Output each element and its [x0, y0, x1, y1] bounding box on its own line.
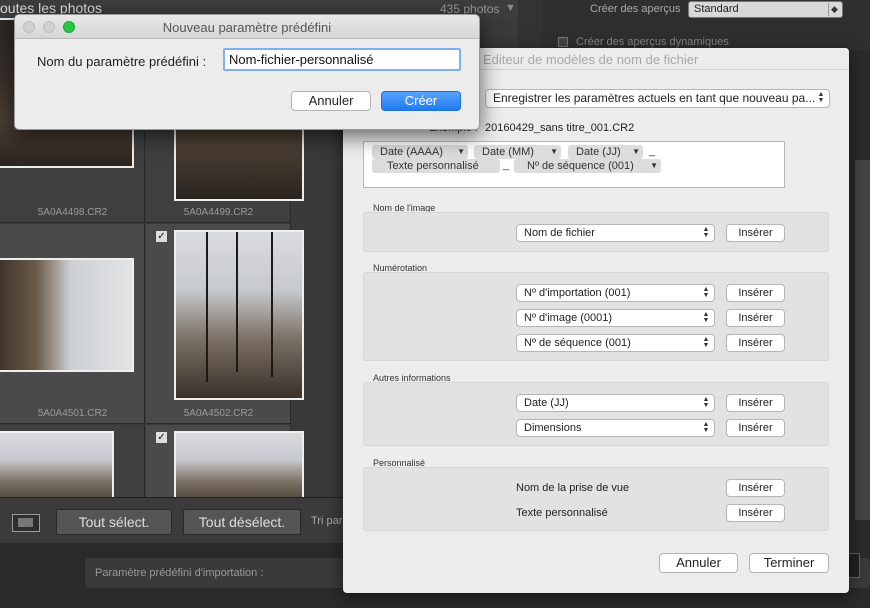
preset-name-label: Nom du paramètre prédéfini : [37, 54, 207, 69]
image-number-popup[interactable]: Nº d'image (0001) ▲ ▼ [516, 309, 715, 327]
insert-button[interactable]: Insérer [726, 284, 785, 302]
preset-name-input[interactable]: Nom-fichier-personnalisé [223, 48, 461, 71]
section-other-info: Date (JJ) ▲ ▼ Insérer Dimensions ▲ ▼ Insér… [363, 382, 829, 446]
insert-button[interactable]: Insérer [726, 334, 785, 352]
popup-value: Dimensions [524, 422, 582, 434]
chevron-down-icon: ▼ [457, 147, 465, 156]
insert-button[interactable]: Insérer [726, 419, 785, 437]
section-numbering: Nº d'importation (001) ▲ ▼ Insérer Nº d'i… [363, 272, 829, 361]
import-number-popup[interactable]: Nº d'importation (001) ▲ ▼ [516, 284, 715, 302]
token-date-yyyy[interactable]: Date (AAAA) ▼ [372, 145, 468, 159]
insert-button[interactable]: Insérer [726, 504, 785, 522]
grid-view-icon[interactable] [12, 514, 40, 532]
updown-arrows-icon: ▲ ▼ [817, 91, 825, 104]
grid-cell[interactable]: ✓ [146, 425, 304, 497]
popup-value: Nº d'importation (001) [524, 287, 631, 299]
filename-popup[interactable]: Nom de fichier ▲ ▼ [516, 224, 715, 242]
file-name: 5A0A4501.CR2 [37, 408, 108, 419]
photo-thumbnail[interactable] [174, 230, 304, 400]
grid-cell[interactable]: ✓ 5A0A4502.CR2 [146, 224, 304, 424]
editor-done-button[interactable]: Terminer [749, 553, 829, 573]
token-date-dd[interactable]: Date (JJ) ▼ [568, 145, 643, 159]
pick-checkbox[interactable]: ✓ [156, 432, 167, 443]
custom-text-label: Texte personnalisé [516, 507, 608, 519]
chevron-down-icon: ▼ [650, 161, 658, 170]
updown-arrows-icon: ▲ ▼ [702, 286, 710, 299]
tree-trunk [271, 232, 273, 377]
token-custom-text[interactable]: Texte personnalisé [372, 159, 500, 173]
token-label: Texte personnalisé [387, 160, 479, 172]
select-all-button[interactable]: Tout sélect. [56, 509, 172, 535]
import-preset-label: Paramètre prédéfini d'importation : [95, 567, 264, 579]
photo-thumbnail[interactable] [0, 431, 114, 497]
token-sequence[interactable]: Nº de séquence (001) ▼ [514, 159, 661, 173]
updown-arrows-icon: ◆ [828, 3, 840, 16]
chevron-down-icon: ▼ [550, 147, 558, 156]
photo-thumbnail[interactable] [174, 431, 304, 497]
tree-trunk [206, 232, 208, 382]
dimensions-popup[interactable]: Dimensions ▲ ▼ [516, 419, 715, 437]
section-image-name: Nom de fichier ▲ ▼ Insérer [363, 212, 829, 252]
insert-button[interactable]: Insérer [726, 394, 785, 412]
popup-value: Nom de fichier [524, 227, 595, 239]
updown-arrows-icon: ▲ ▼ [702, 311, 710, 324]
file-name: 5A0A4502.CR2 [183, 408, 254, 419]
deselect-all-button[interactable]: Tout désélect. [183, 509, 301, 535]
insert-button[interactable]: Insérer [726, 479, 785, 497]
dialog-cancel-button[interactable]: Annuler [291, 91, 371, 111]
insert-button[interactable]: Insérer [726, 309, 785, 327]
tree-trunk [236, 232, 238, 372]
token-label: Date (MM) [482, 146, 534, 158]
updown-arrows-icon: ▲ ▼ [702, 226, 710, 239]
smart-previews-label: Créer des aperçus dynamiques [576, 36, 729, 48]
popup-value: Nº de séquence (001) [524, 337, 631, 349]
updown-arrows-icon: ▲ ▼ [702, 396, 710, 409]
editor-title: Editeur de modèles de nom de fichier [483, 52, 699, 67]
file-name: 5A0A4499.CR2 [183, 207, 254, 218]
grid-cell[interactable]: 5A0A4501.CR2 [0, 224, 145, 424]
previews-value: Standard [694, 3, 739, 15]
right-panel: Créer des aperçus Standard ◆ Créer des a… [543, 0, 870, 50]
separator-text: _ [503, 159, 510, 171]
shoot-name-label: Nom de la prise de vue [516, 482, 630, 494]
dialog-titlebar: Nouveau paramètre prédéfini [15, 15, 479, 39]
token-label: Date (AAAA) [380, 146, 443, 158]
smart-previews-checkbox[interactable] [558, 37, 568, 47]
dialog-title: Nouveau paramètre prédéfini [162, 20, 332, 35]
photo-thumbnail[interactable] [0, 258, 134, 372]
insert-button[interactable]: Insérer [726, 224, 785, 242]
example-value: 20160429_sans titre_001.CR2 [485, 122, 635, 134]
section-custom: Nom de la prise de vue Insérer Texte per… [363, 467, 829, 531]
popup-value: Nº d'image (0001) [524, 312, 613, 324]
token-label: Date (JJ) [576, 146, 621, 158]
chevron-down-icon: ▼ [632, 147, 640, 156]
template-token-field[interactable]: Date (AAAA) ▼ Date (MM) ▼ Date (JJ) ▼ _ Tex… [363, 141, 785, 188]
panel-scroll-strip [855, 160, 870, 520]
file-name: 5A0A4498.CR2 [37, 207, 108, 218]
separator-text: _ [649, 145, 656, 157]
popup-value: Date (JJ) [524, 397, 569, 409]
editor-cancel-button[interactable]: Annuler [659, 553, 738, 573]
preset-select[interactable]: Enregistrer les paramètres actuels en ta… [485, 89, 830, 108]
previews-select[interactable]: Standard ◆ [688, 1, 843, 18]
date-popup[interactable]: Date (JJ) ▲ ▼ [516, 394, 715, 412]
token-label: Nº de séquence (001) [527, 160, 634, 172]
token-date-mm[interactable]: Date (MM) ▼ [474, 145, 561, 159]
previews-label: Créer des aperçus [590, 3, 681, 15]
sort-triangle-icon[interactable]: ▼ [505, 2, 516, 14]
create-button[interactable]: Créer [381, 91, 461, 111]
updown-arrows-icon: ▲ ▼ [702, 336, 710, 349]
grid-cell[interactable] [0, 425, 145, 497]
sort-label: Tri par [311, 515, 343, 527]
new-preset-dialog: Nouveau paramètre prédéfini Nom du param… [14, 14, 480, 130]
preset-value: Enregistrer les paramètres actuels en ta… [493, 91, 816, 105]
sequence-number-popup[interactable]: Nº de séquence (001) ▲ ▼ [516, 334, 715, 352]
pick-checkbox[interactable]: ✓ [156, 231, 167, 242]
updown-arrows-icon: ▲ ▼ [702, 421, 710, 434]
